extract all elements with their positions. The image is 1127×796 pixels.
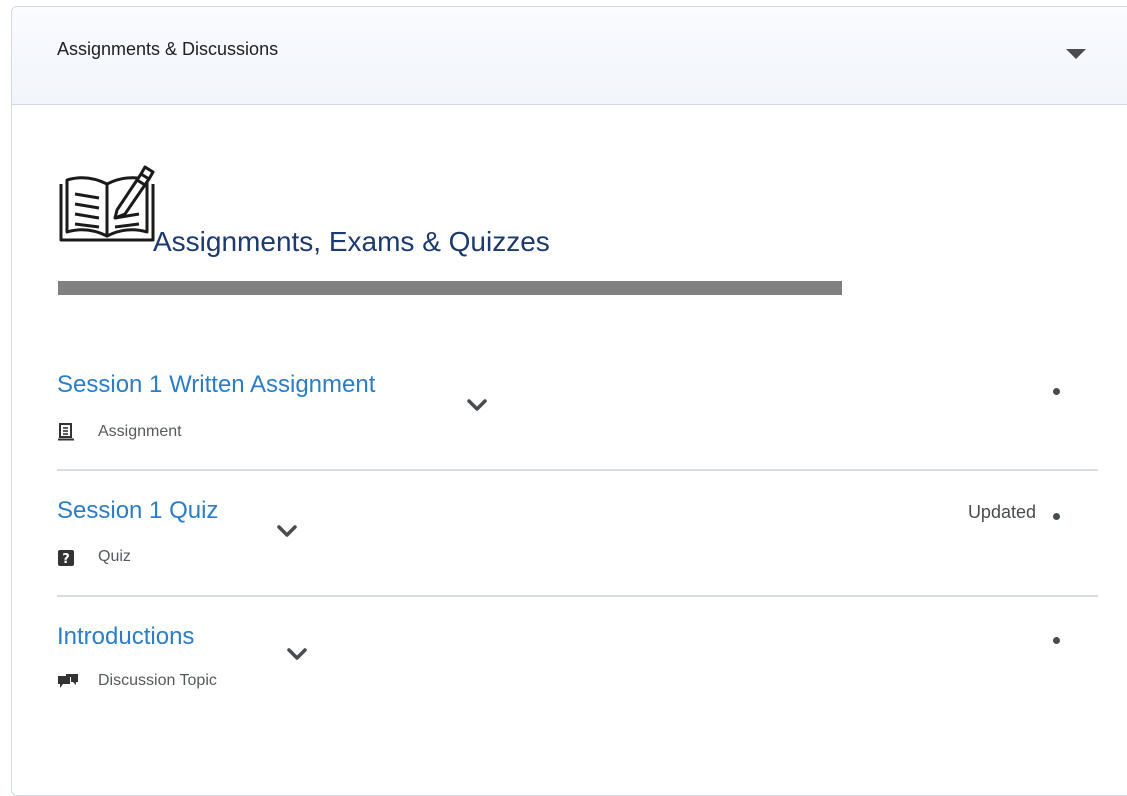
caret-down-icon[interactable] [1066, 49, 1086, 59]
item-type-label: Discussion Topic [98, 672, 217, 689]
widget-header[interactable]: Assignments & Discussions [12, 7, 1127, 105]
chevron-down-icon[interactable] [276, 524, 298, 538]
chevron-down-icon[interactable] [466, 398, 488, 412]
item-type-label: Quiz [98, 548, 131, 565]
section-heading: Assignments, Exams & Quizzes [153, 226, 550, 257]
item-title-link[interactable]: Session 1 Quiz [57, 497, 218, 525]
item-type-label: Assignment [98, 423, 182, 440]
quiz-icon: ? [58, 550, 74, 567]
item-title-link[interactable]: Introductions [57, 623, 194, 651]
assignment-icon [58, 423, 74, 441]
book-pencil-icon [59, 165, 155, 242]
item-bullet-dot [1053, 513, 1060, 520]
heading-underline-bar [58, 281, 842, 295]
item-bullet-dot [1053, 388, 1060, 395]
chevron-down-icon[interactable] [286, 647, 308, 661]
svg-text:?: ? [62, 552, 70, 567]
item-status: Updated [967, 502, 1036, 522]
discussion-icon [58, 674, 78, 688]
item-title-link[interactable]: Session 1 Written Assignment [57, 371, 375, 399]
item-divider [57, 469, 1098, 471]
item-divider [57, 595, 1098, 597]
widget-title: Assignments & Discussions [57, 39, 279, 59]
item-bullet-dot [1053, 637, 1060, 644]
assignments-discussions-widget: Assignments & Discussions Assignments, E… [11, 6, 1127, 796]
